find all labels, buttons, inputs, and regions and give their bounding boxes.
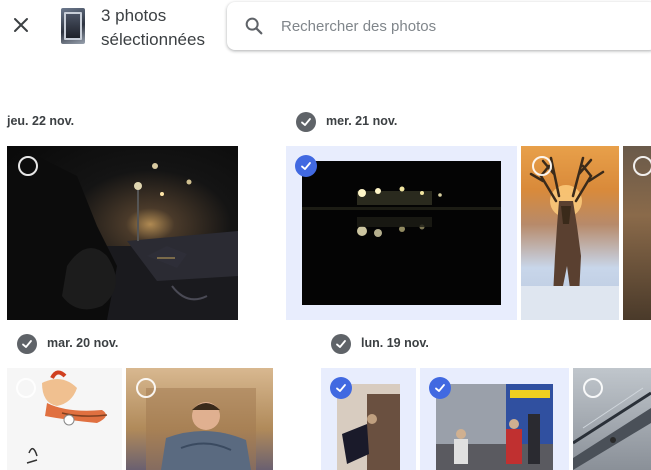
selected-check[interactable]: [429, 377, 451, 399]
search-box[interactable]: [227, 2, 651, 50]
select-circle[interactable]: [532, 156, 552, 176]
top-bar: 3 photos sélectionnées: [0, 0, 651, 56]
photo-thumbnail[interactable]: [7, 146, 238, 320]
select-circle[interactable]: [18, 156, 38, 176]
check-icon: [301, 162, 311, 170]
date-heading: mar. 20 nov.: [47, 336, 119, 350]
selected-check[interactable]: [330, 377, 352, 399]
selection-count: 3 photos sélectionnées: [101, 6, 205, 49]
selection-thumbnail: [61, 8, 85, 44]
photo-thumbnail[interactable]: [573, 368, 651, 470]
date-select-check[interactable]: [296, 112, 316, 132]
close-button[interactable]: [8, 12, 34, 38]
search-icon: [245, 17, 263, 35]
date-heading: lun. 19 nov.: [361, 336, 429, 350]
select-circle[interactable]: [16, 378, 36, 398]
selected-photo-frame[interactable]: [420, 368, 569, 470]
check-icon: [301, 118, 311, 126]
date-heading: jeu. 22 nov.: [7, 114, 75, 128]
photo-street-people: [436, 384, 553, 470]
selected-photo-frame[interactable]: [286, 146, 517, 320]
selected-check[interactable]: [295, 155, 317, 177]
select-circle[interactable]: [136, 378, 156, 398]
photo-thumbnail[interactable]: [623, 146, 651, 320]
select-circle[interactable]: [633, 156, 651, 176]
photo-thumbnail[interactable]: [521, 146, 619, 320]
selected-photo-frame[interactable]: [321, 368, 416, 470]
date-select-check[interactable]: [17, 334, 37, 354]
photo-thumbnail[interactable]: [302, 161, 501, 305]
date-select-check[interactable]: [331, 334, 351, 354]
photo-thumbnail[interactable]: [126, 368, 273, 470]
photo-thumbnail[interactable]: [436, 384, 553, 470]
date-heading: mer. 21 nov.: [326, 114, 398, 128]
check-icon: [435, 384, 445, 392]
check-icon: [336, 384, 346, 392]
check-icon: [336, 340, 346, 348]
close-icon: [14, 18, 28, 32]
photo-thumbnail[interactable]: [7, 368, 122, 470]
photo-night-reflection: [302, 161, 501, 305]
select-circle[interactable]: [583, 378, 603, 398]
photo-night-street: [7, 156, 238, 320]
check-icon: [22, 340, 32, 348]
search-input[interactable]: [281, 14, 641, 38]
